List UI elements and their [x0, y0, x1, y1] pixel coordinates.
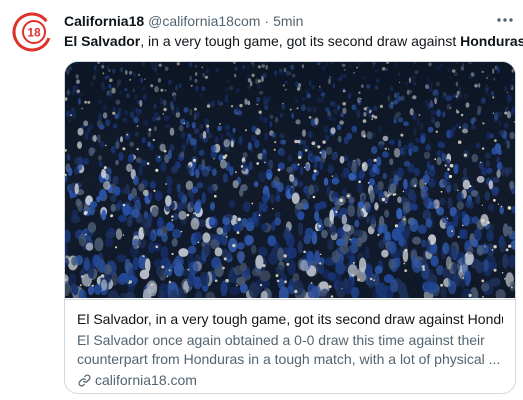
- separator-dot: ·: [264, 13, 270, 29]
- tweet-text: El Salvador, in a very tough game, got i…: [64, 32, 523, 50]
- card-domain[interactable]: california18.com: [77, 371, 503, 390]
- tweet-text-middle: , in a very tough game, got its second d…: [140, 33, 461, 49]
- stadium-crowd-image: [65, 62, 515, 298]
- more-options-button[interactable]: [494, 10, 516, 30]
- card-domain-text: california18.com: [95, 372, 197, 388]
- card-description-line-1: El Salvador once again obtained a 0-0 dr…: [77, 332, 485, 348]
- link-preview-card[interactable]: El Salvador, in a very tough game, got i…: [64, 61, 516, 394]
- card-body: El Salvador, in a very tough game, got i…: [65, 299, 515, 393]
- tweet[interactable]: 18 California18 @california18com · 5min …: [0, 0, 523, 400]
- card-description-line-2: counterpart from Honduras in a tough mat…: [77, 351, 501, 367]
- card-image[interactable]: [65, 62, 515, 298]
- author-name[interactable]: California18: [64, 13, 144, 29]
- avatar-logo-text: 18: [27, 26, 41, 40]
- tweet-text-bold-1: El Salvador: [64, 33, 141, 49]
- tweet-text-bold-2: Honduras: [460, 33, 523, 49]
- tweet-timestamp[interactable]: 5min: [273, 13, 303, 29]
- california18-logo-icon: 18: [12, 12, 52, 52]
- tweet-header: California18 @california18com · 5min: [64, 12, 303, 30]
- avatar[interactable]: 18: [12, 12, 52, 52]
- link-icon: [78, 374, 91, 387]
- card-description: El Salvador once again obtained a 0-0 dr…: [77, 331, 503, 369]
- author-handle[interactable]: @california18com: [148, 13, 260, 29]
- card-title[interactable]: El Salvador, in a very tough game, got i…: [77, 310, 503, 329]
- more-horizontal-icon: [497, 18, 513, 22]
